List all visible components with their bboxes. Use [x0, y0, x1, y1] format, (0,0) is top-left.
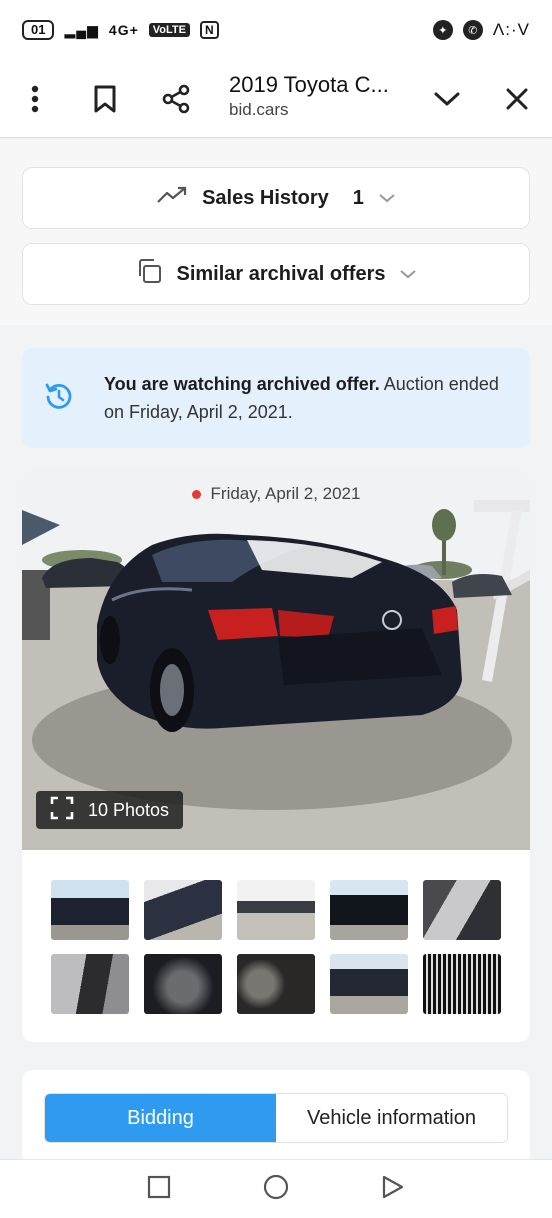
trend-icon — [156, 185, 188, 211]
page-domain: bid.cars — [229, 100, 289, 119]
bookmark-icon[interactable] — [88, 60, 122, 138]
sales-history-button[interactable]: Sales History 1 — [22, 167, 530, 229]
tab-vehicle-information[interactable]: Vehicle information — [276, 1094, 507, 1142]
close-icon[interactable] — [500, 60, 534, 138]
details-card: Bidding Vehicle information — [22, 1070, 530, 1159]
archived-notice: You are watching archived offer. Auction… — [22, 348, 530, 448]
similar-offers-button[interactable]: Similar archival offers — [22, 243, 530, 305]
thumbnail-3[interactable] — [237, 880, 315, 940]
thumbnail-10[interactable] — [423, 954, 501, 1014]
thumbnail-4[interactable] — [330, 880, 408, 940]
thumbnail-2[interactable] — [144, 880, 222, 940]
thumbnail-7[interactable] — [144, 954, 222, 1014]
tab-bidding[interactable]: Bidding — [45, 1094, 276, 1142]
network-type: 4G+ — [108, 22, 139, 38]
status-bar: 01 ▂▄▆ 4G+ VoLTE N ✦ ✆ Λ:·V — [0, 0, 552, 60]
messenger-icon: ✦ — [432, 20, 453, 40]
auction-date-row: Friday, April 2, 2021 — [22, 484, 530, 504]
sales-history-count: 1 — [352, 186, 364, 209]
thumbnail-6[interactable] — [51, 954, 129, 1014]
signal-icon: ▂▄▆ — [64, 21, 99, 38]
nfc-icon: N — [199, 21, 219, 39]
home-icon[interactable] — [263, 1174, 289, 1205]
share-icon[interactable] — [158, 60, 194, 138]
notice-text: You are watching archived offer. Auction… — [104, 370, 508, 426]
status-left: 01 ▂▄▆ 4G+ VoLTE N — [22, 20, 219, 40]
chevron-down-icon — [399, 263, 417, 286]
back-icon[interactable] — [381, 1175, 405, 1204]
page-content: Sales History 1 Similar archival offers … — [0, 139, 552, 1159]
status-right: ✦ ✆ Λ:·V — [432, 20, 530, 40]
thumbnail-9[interactable] — [330, 954, 408, 1014]
similar-offers-label: Similar archival offers — [176, 262, 386, 285]
sales-history-label: Sales History — [202, 186, 329, 209]
battery-indicator: 01 — [22, 20, 55, 40]
recent-apps-icon[interactable] — [147, 1175, 171, 1204]
history-section: Sales History 1 Similar archival offers — [0, 139, 552, 325]
system-nav-bar — [0, 1159, 552, 1218]
thumbnail-1[interactable] — [51, 880, 129, 940]
listing-card: 10 Photos Friday, April 2, 2021 — [22, 470, 530, 1042]
photos-count-badge[interactable]: 10 Photos — [36, 791, 184, 829]
page-title: 2019 Toyota C... — [229, 72, 389, 97]
history-icon — [44, 381, 74, 416]
photos-count-label: 10 Photos — [88, 799, 170, 820]
clock: Λ:·V — [492, 20, 530, 39]
volte-badge: VoLTE — [148, 23, 190, 37]
notice-bold: You are watching archived offer. — [104, 374, 380, 394]
copy-icon — [135, 257, 163, 291]
thumbnail-5[interactable] — [423, 880, 501, 940]
thumbnail-8[interactable] — [237, 954, 315, 1014]
page-title-block[interactable]: 2019 Toyota C... bid.cars — [229, 72, 389, 120]
status-dot — [191, 489, 201, 499]
details-tabs: Bidding Vehicle information — [44, 1093, 508, 1143]
main-photo[interactable]: 10 Photos — [22, 470, 530, 850]
whatsapp-icon: ✆ — [462, 20, 483, 40]
chevron-down-icon — [378, 187, 396, 210]
more-vert-icon[interactable] — [18, 60, 52, 138]
auction-date: Friday, April 2, 2021 — [210, 484, 361, 503]
browser-toolbar: 2019 Toyota C... bid.cars — [0, 60, 552, 138]
chevron-down-icon[interactable] — [430, 60, 464, 138]
fullscreen-icon — [50, 796, 74, 825]
